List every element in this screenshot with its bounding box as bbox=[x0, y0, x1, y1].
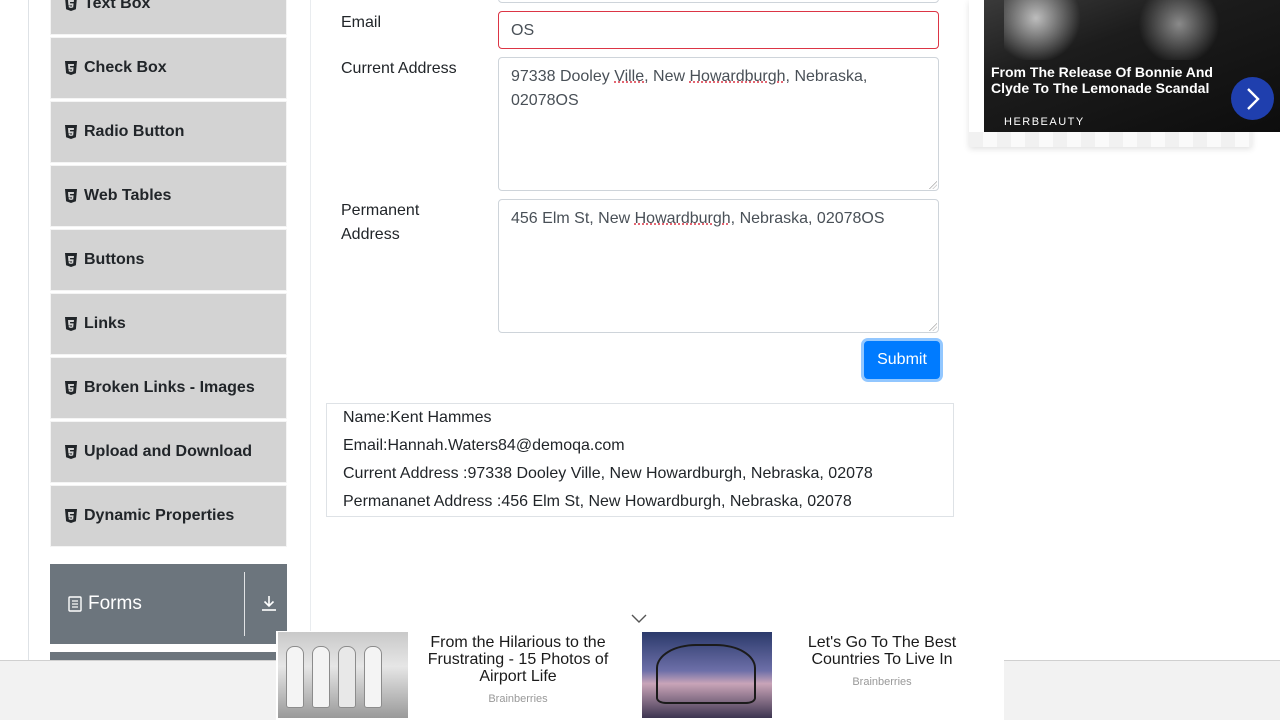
bottom-ad-left-title[interactable]: From the Hilarious to the Frustrating - … bbox=[412, 634, 624, 685]
side-ad-strip bbox=[969, 132, 1252, 147]
sidebar-item-label: Dynamic Properties bbox=[84, 507, 235, 524]
email-value: OS bbox=[511, 22, 535, 39]
email-field[interactable]: OS bbox=[498, 11, 939, 49]
download-icon[interactable] bbox=[260, 594, 278, 612]
resize-handle[interactable] bbox=[929, 181, 937, 189]
sidebar-item-label: Text Box bbox=[84, 0, 151, 12]
chevron-down-icon[interactable] bbox=[630, 612, 648, 626]
text-part: Ville bbox=[614, 68, 645, 85]
side-ad-title[interactable]: From The Release Of Bonnie And Clyde To … bbox=[991, 64, 1221, 96]
output-email: Email:Hannah.Waters84@demoqa.com bbox=[343, 437, 625, 454]
label-line: Permanent bbox=[341, 202, 420, 219]
bottom-ad-left-source: Brainberries bbox=[488, 693, 548, 705]
text-part: Howardburgh bbox=[689, 68, 786, 85]
html5-icon bbox=[65, 0, 77, 11]
text-part: 97338 Dooley bbox=[511, 68, 615, 85]
text-part: 456 Elm St, New bbox=[511, 210, 635, 227]
output-permanent-address: Permananet Address :456 Elm St, New Howa… bbox=[343, 493, 852, 510]
sidebar-item-broken-links[interactable]: Broken Links - Images bbox=[50, 357, 287, 419]
text-part: , Nebraska, 02078OS bbox=[730, 210, 885, 227]
html5-icon bbox=[65, 125, 77, 139]
html5-icon bbox=[65, 253, 77, 267]
sidebar-divider bbox=[310, 0, 311, 720]
sidebar-item-label: Web Tables bbox=[84, 187, 172, 204]
html5-icon bbox=[65, 317, 77, 331]
sidebar-item-check-box[interactable]: Check Box bbox=[50, 37, 287, 99]
output-name: Name:Kent Hammes bbox=[343, 409, 492, 426]
sidebar-item-upload-download[interactable]: Upload and Download bbox=[50, 421, 287, 483]
bottom-ad-right-title[interactable]: Let's Go To The Best Countries To Live I… bbox=[790, 634, 974, 668]
group-separator bbox=[244, 572, 245, 636]
sidebar-item-label: Buttons bbox=[84, 251, 145, 268]
sidebar-item-text-box[interactable]: Text Box bbox=[50, 0, 287, 35]
text-part: Howardburgh bbox=[634, 210, 731, 227]
text-part: , Nebraska, bbox=[785, 68, 868, 85]
html5-icon bbox=[65, 61, 77, 75]
ad-image-figure bbox=[286, 646, 304, 708]
ad-image-figure bbox=[338, 646, 356, 708]
html5-icon bbox=[65, 189, 77, 203]
html5-icon bbox=[65, 381, 77, 395]
ad-image-figure bbox=[364, 646, 382, 708]
current-address-textarea[interactable]: 97338 Dooley Ville, New Howardburgh, Neb… bbox=[498, 57, 939, 191]
ad-image-highlight bbox=[1004, 0, 1084, 60]
sidebar-group-forms[interactable]: Forms bbox=[50, 564, 287, 644]
sidebar-group-label: Forms bbox=[88, 593, 142, 614]
submit-button[interactable]: Submit bbox=[864, 341, 940, 379]
output-current-address: Current Address :97338 Dooley Ville, New… bbox=[343, 465, 873, 482]
html5-icon bbox=[65, 445, 77, 459]
html5-icon bbox=[65, 509, 77, 523]
ad-image-cockpit bbox=[656, 644, 756, 704]
side-ad-brand: HERBEAUTY bbox=[1004, 116, 1085, 128]
sidebar-item-label: Broken Links - Images bbox=[84, 379, 255, 396]
sidebar-item-buttons[interactable]: Buttons bbox=[50, 229, 287, 291]
ad-image-highlight bbox=[1134, 0, 1224, 60]
email-label: Email bbox=[341, 14, 382, 31]
sidebar-item-label: Links bbox=[84, 315, 126, 332]
resize-handle[interactable] bbox=[929, 323, 937, 331]
previous-field-edge bbox=[498, 0, 939, 3]
output-panel: Name:Kent Hammes Email:Hannah.Waters84@d… bbox=[326, 403, 954, 517]
permanent-address-textarea[interactable]: 456 Elm St, New Howardburgh, Nebraska, 0… bbox=[498, 199, 939, 333]
chevron-right-icon bbox=[1246, 87, 1260, 110]
ad-thumbnail-airport[interactable] bbox=[278, 632, 408, 718]
bottom-ad-right-source: Brainberries bbox=[852, 676, 912, 688]
side-ad-next-button[interactable] bbox=[1231, 77, 1274, 120]
text-part: , New bbox=[644, 68, 690, 85]
permanent-address-label: Permanent Address bbox=[341, 199, 419, 247]
current-address-label: Current Address bbox=[341, 60, 457, 77]
ad-thumbnail-countries[interactable] bbox=[642, 632, 772, 718]
sidebar-item-web-tables[interactable]: Web Tables bbox=[50, 165, 287, 227]
text-part: 02078OS bbox=[511, 92, 579, 109]
ad-image-figure bbox=[312, 646, 330, 708]
sidebar-item-label: Check Box bbox=[84, 59, 167, 76]
sidebar-item-radio-button[interactable]: Radio Button bbox=[50, 101, 287, 163]
sidebar-item-dynamic-properties[interactable]: Dynamic Properties bbox=[50, 485, 287, 547]
sidebar-item-label: Upload and Download bbox=[84, 443, 252, 460]
left-rail bbox=[28, 0, 29, 720]
sidebar-item-links[interactable]: Links bbox=[50, 293, 287, 355]
document-icon bbox=[68, 596, 82, 612]
label-line: Address bbox=[341, 226, 400, 243]
sidebar-item-label: Radio Button bbox=[84, 123, 185, 140]
